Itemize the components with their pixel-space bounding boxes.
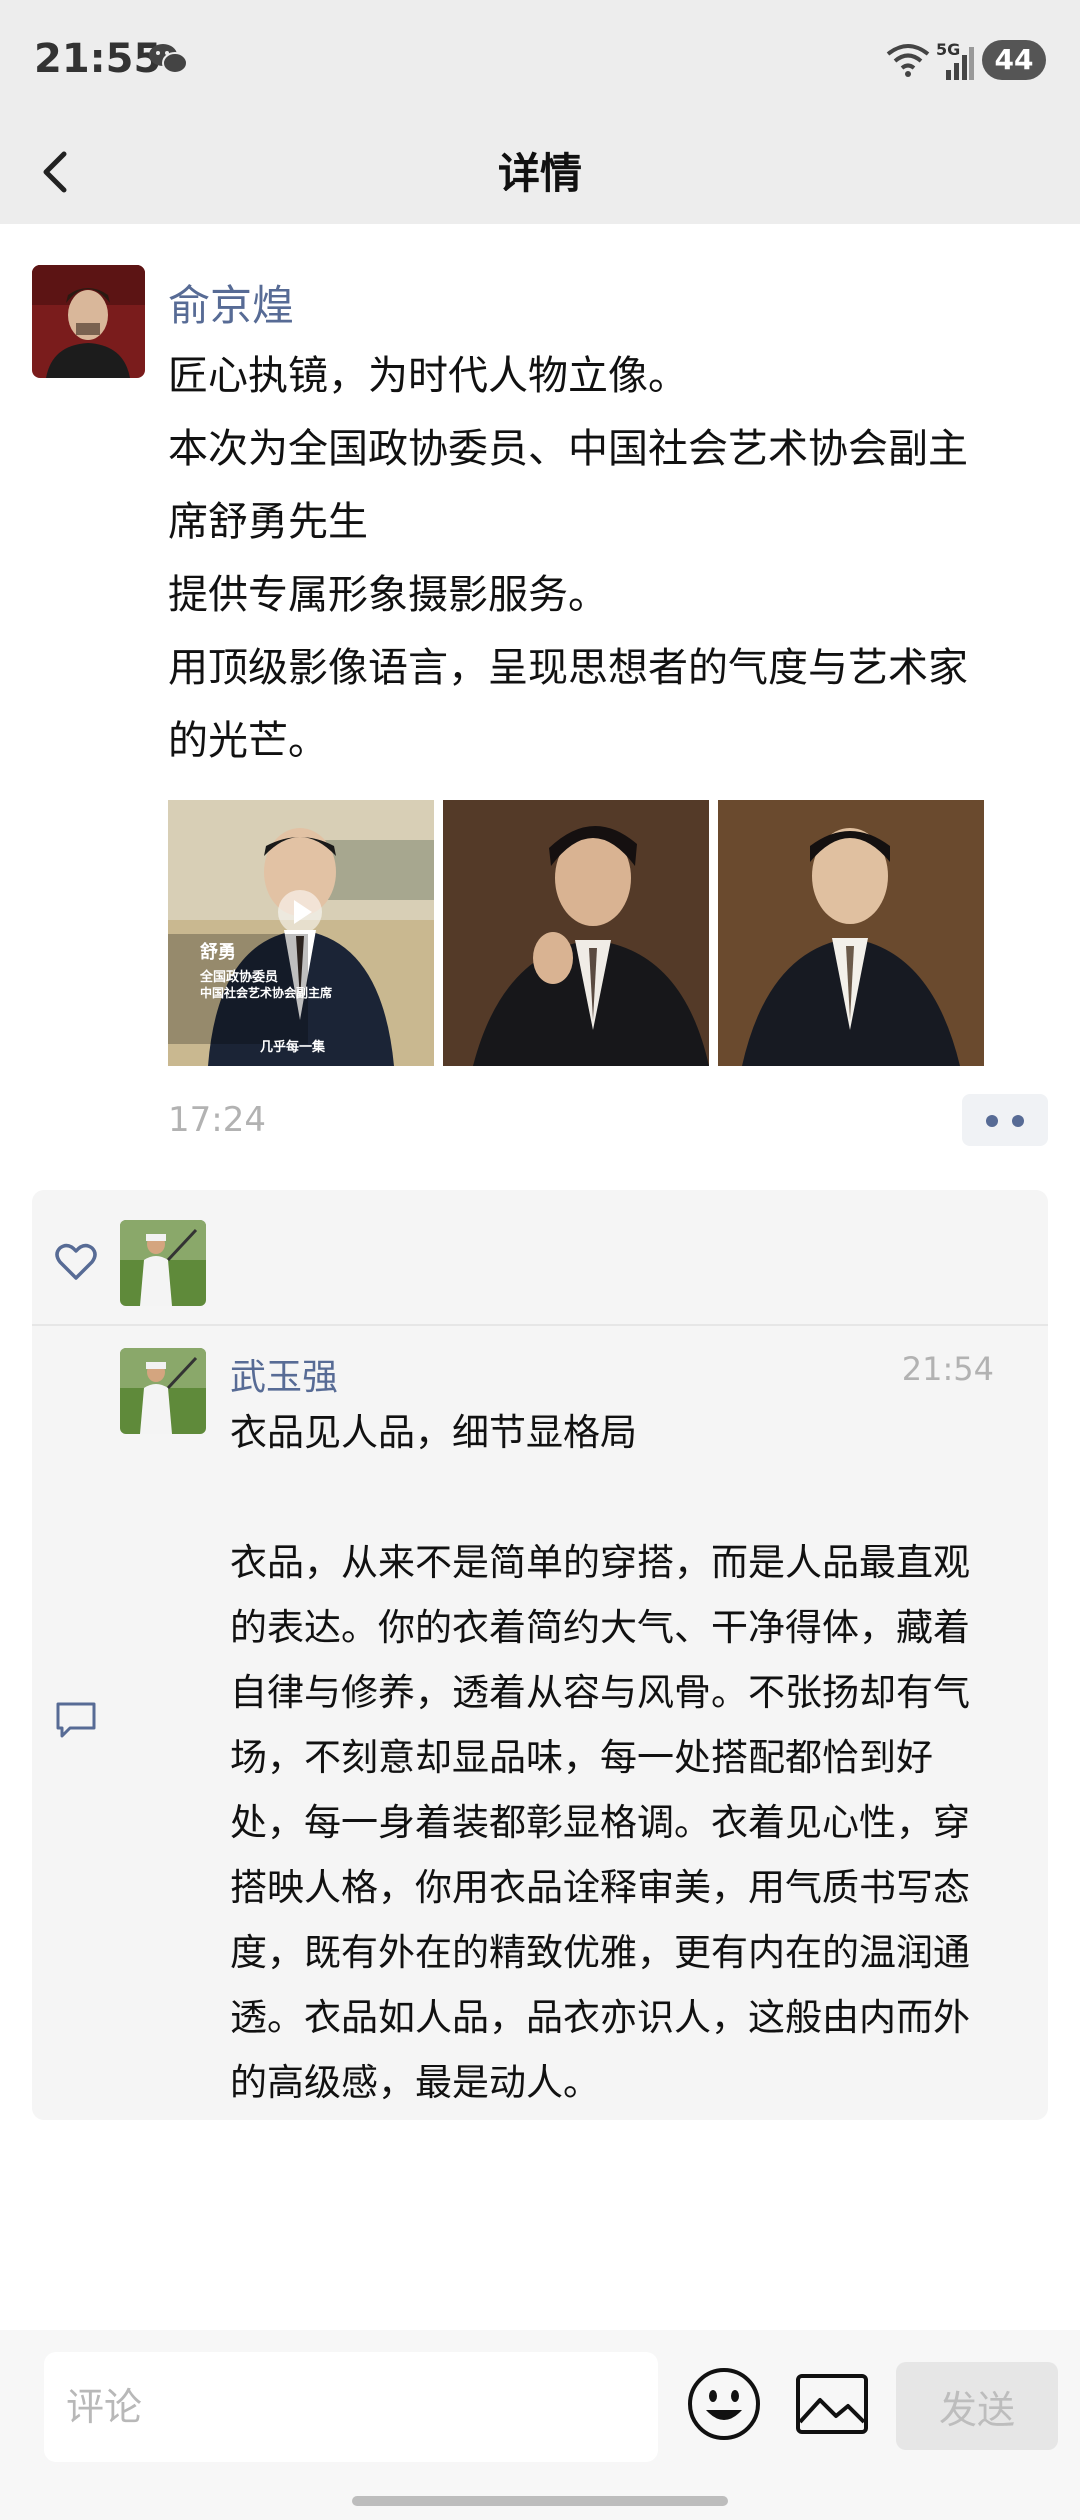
dot-icon: [1012, 1115, 1024, 1127]
comment-line: 的表达。你的衣着简约大气、干净得体，藏着: [230, 1606, 970, 1649]
author-name[interactable]: 俞京煌: [168, 272, 294, 333]
post-body-line: 提供专属形象摄影服务。: [168, 572, 608, 618]
divider: [32, 1324, 1048, 1326]
portrait-photo[interactable]: [443, 800, 709, 1066]
comment-line: 自律与修养，透着从容与风骨。不张扬却有气: [230, 1671, 970, 1714]
video-thumbnail[interactable]: 舒勇 全国政协委员 中国社会艺术协会副主席 几乎每一集: [168, 800, 434, 1066]
comment-line: 透。衣品如人品，品衣亦识人，这般由内而外: [230, 1996, 970, 2039]
comment-line: 衣品，从来不是简单的穿搭，而是人品最直观: [230, 1541, 970, 1584]
image-icon[interactable]: [794, 2370, 870, 2440]
caption-line: 中国社会艺术协会副主席: [200, 986, 333, 1000]
post-body: 匠心执镜，为时代人物立像。 本次为全国政协委员、中国社会艺术协会副主 席舒勇先生…: [168, 340, 1058, 778]
post-body-line: 用顶级影像语言，呈现思想者的气度与艺术家: [168, 645, 968, 691]
author-avatar[interactable]: [32, 265, 145, 378]
golfer-avatar[interactable]: [120, 1220, 206, 1306]
battery-indicator: 44: [982, 40, 1046, 80]
comment-text[interactable]: 衣品见人品，细节显格局 衣品，从来不是简单的穿搭，而是人品最直观 的表达。你的衣…: [230, 1400, 1030, 2115]
comment-line: [230, 1465, 1030, 1530]
portrait-photo[interactable]: [718, 800, 984, 1066]
post-body-line: 的光芒。: [168, 718, 328, 764]
post-body-line: 席舒勇先生: [168, 499, 368, 545]
more-actions-button[interactable]: [962, 1094, 1048, 1146]
caption-line: 全国政协委员: [200, 970, 279, 985]
caption-name: 舒勇: [200, 942, 236, 963]
home-indicator[interactable]: [352, 2496, 728, 2506]
comment-line: 的高级感，最是动人。: [230, 2061, 600, 2104]
dot-icon: [986, 1115, 998, 1127]
comment-line: 衣品见人品，细节显格局: [230, 1411, 637, 1454]
signal-icon: [946, 47, 974, 80]
commenter-name[interactable]: 武玉强: [230, 1348, 338, 1400]
nav-bar: 详情: [0, 120, 1080, 224]
comment-line: 场，不刻意却显品味，每一处搭配都恰到好: [230, 1736, 933, 1779]
caption-footer: 几乎每一集: [260, 1040, 326, 1055]
wechat-icon: [149, 44, 188, 74]
page-title: 详情: [497, 149, 582, 198]
header: 21:55 5G 44 详情: [0, 0, 1080, 224]
comment-line: 度，既有外在的精致优雅，更有内在的温润通: [230, 1931, 970, 1974]
status-bar: 21:55 5G 44: [0, 0, 1080, 120]
post-body-line: 匠心执镜，为时代人物立像。: [168, 353, 688, 399]
status-time: 21:55: [34, 36, 162, 82]
comment-line: 搭映人格，你用衣品诠释审美，用气质书写态: [230, 1866, 970, 1909]
post-time: 17:24: [168, 1100, 266, 1140]
send-button[interactable]: 发送: [896, 2362, 1058, 2450]
comment-line: 处，每一身着装都彰显格调。衣着见心性，穿: [230, 1801, 970, 1844]
heart-icon: [55, 1243, 97, 1280]
wifi-icon: [886, 44, 930, 77]
comment-icon: [56, 1702, 96, 1738]
commenter-avatar[interactable]: [120, 1348, 206, 1434]
photo-grid: 舒勇 全国政协委员 中国社会艺术协会副主席 几乎每一集: [168, 800, 986, 1066]
emoji-icon[interactable]: [686, 2366, 762, 2442]
post-body-line: 本次为全国政协委员、中国社会艺术协会副主: [168, 426, 968, 472]
comment-area: 武玉强 21:54 衣品见人品，细节显格局 衣品，从来不是简单的穿搭，而是人品最…: [32, 1190, 1048, 2120]
like-row: [32, 1190, 1048, 1325]
comment-input-bar: 发送: [0, 2330, 1080, 2520]
comment-input[interactable]: [44, 2352, 658, 2462]
comment-time: 21:54: [901, 1350, 994, 1388]
